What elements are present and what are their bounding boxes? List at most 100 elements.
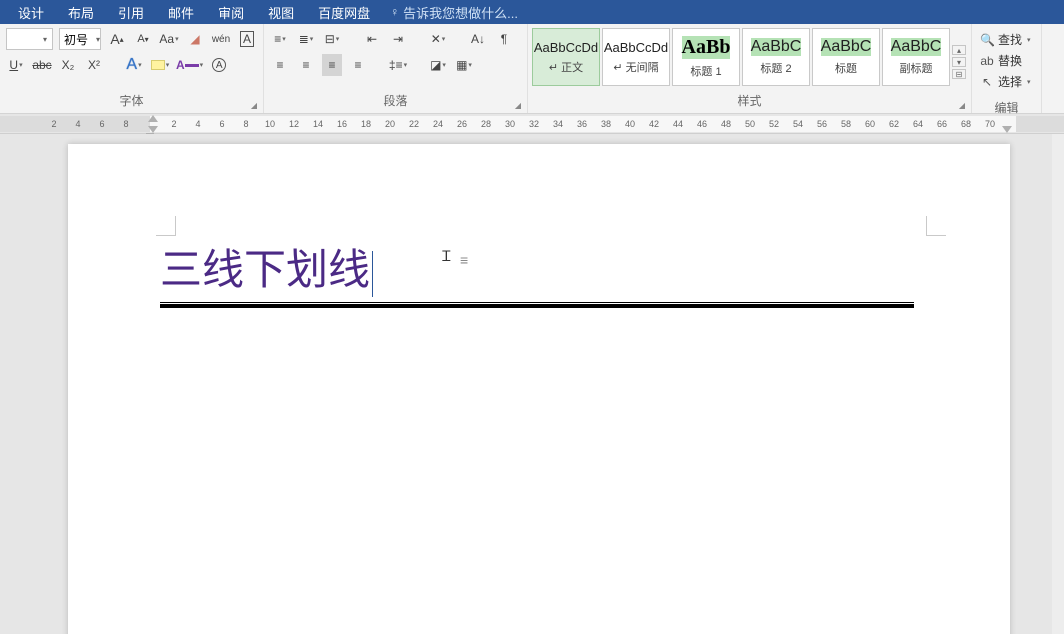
line-spacing-button[interactable]: ‡≡▾ xyxy=(388,54,408,76)
numbering-button[interactable]: ≣▾ xyxy=(296,28,316,50)
chevron-down-icon: ▾ xyxy=(96,35,100,44)
decrease-indent-button[interactable]: ⇤ xyxy=(362,28,382,50)
dialog-launcher-icon[interactable]: ◢ xyxy=(959,101,965,110)
cursor-icon: ↖ xyxy=(980,75,994,89)
menu-layout[interactable]: 布局 xyxy=(56,0,106,24)
style-nospacing[interactable]: AaBbCcDd ↵ 无间隔 xyxy=(602,28,670,86)
group-paragraph: ≡▾ ≣▾ ⊟▾ ⇤ ⇥ ✕▾ A↓ ¶ ≡ ≡ ≡ ≡ ‡≡▾ ◪▾ xyxy=(264,24,528,113)
more-icon: ⊟ xyxy=(952,69,966,79)
clear-formatting-button[interactable]: ◢ xyxy=(185,28,205,50)
multilevel-icon: ⊟ xyxy=(325,32,335,46)
indent-icon: ⇥ xyxy=(393,32,403,46)
chevron-down-icon: ▾ xyxy=(138,61,142,69)
text-direction-button[interactable]: ✕▾ xyxy=(428,28,448,50)
group-editing: 🔍查找▾ ab替换 ↖选择▾ 编辑 xyxy=(972,24,1042,113)
chevron-down-icon: ▾ xyxy=(43,35,47,44)
right-indent-marker[interactable] xyxy=(1002,126,1012,133)
font-name-select[interactable]: ▾ xyxy=(6,28,53,50)
align-distribute-button[interactable]: ≡ xyxy=(348,54,368,76)
show-marks-button[interactable]: ¶ xyxy=(494,28,514,50)
group-label-paragraph: 段落◢ xyxy=(264,90,527,113)
align-left-button[interactable]: ≡ xyxy=(270,54,290,76)
chevron-down-icon: ▾ xyxy=(19,61,23,69)
align-justify-icon: ≡ xyxy=(328,58,335,72)
group-label-styles: 样式◢ xyxy=(528,90,971,113)
superscript-button[interactable]: X² xyxy=(84,54,104,76)
styles-more-button[interactable]: ▴ ▾ ⊟ xyxy=(952,28,966,86)
ibeam-cursor-icon: Ꮖ xyxy=(442,248,451,265)
replace-icon: ab xyxy=(980,54,994,68)
group-styles: AaBbCcDd ↵ 正文 AaBbCcDd ↵ 无间隔 AaBb 标题 1 A… xyxy=(528,24,972,113)
align-center-button[interactable]: ≡ xyxy=(296,54,316,76)
chevron-up-icon: ▴ xyxy=(952,45,966,55)
borders-button[interactable]: ▦▾ xyxy=(454,54,474,76)
group-font: ▾ 初号▾ A▴ A▾ Aa▾ ◢ wén A U▾ abc X₂ X² A▾ … xyxy=(0,24,264,113)
borders-icon: ▦ xyxy=(456,58,467,72)
font-size-select[interactable]: 初号▾ xyxy=(59,28,101,50)
magnifier-icon: 🔍 xyxy=(980,33,994,47)
replace-button[interactable]: ab替换 xyxy=(974,51,1039,70)
find-button[interactable]: 🔍查找▾ xyxy=(974,30,1039,49)
change-case-button[interactable]: Aa▾ xyxy=(159,28,179,50)
align-center-icon: ≡ xyxy=(302,58,309,72)
menu-baidu[interactable]: 百度网盘 xyxy=(306,0,382,24)
chevron-down-icon: ▾ xyxy=(952,57,966,67)
dialog-launcher-icon[interactable]: ◢ xyxy=(251,101,257,110)
menu-design[interactable]: 设计 xyxy=(6,0,56,24)
style-heading2[interactable]: AaBbC 标题 2 xyxy=(742,28,810,86)
increase-indent-button[interactable]: ⇥ xyxy=(388,28,408,50)
style-title[interactable]: AaBbC 标题 xyxy=(812,28,880,86)
menu-view[interactable]: 视图 xyxy=(256,0,306,24)
character-border-button[interactable]: A xyxy=(237,28,257,50)
menu-mailings[interactable]: 邮件 xyxy=(156,0,206,24)
document-text[interactable]: 三线下划线 xyxy=(160,236,373,297)
style-heading1[interactable]: AaBb 标题 1 xyxy=(672,28,740,86)
multilevel-button[interactable]: ⊟▾ xyxy=(322,28,342,50)
shrink-font-button[interactable]: A▾ xyxy=(133,28,153,50)
align-left-icon: ≡ xyxy=(276,58,283,72)
dialog-launcher-icon[interactable]: ◢ xyxy=(515,101,521,110)
strikethrough-button[interactable]: abc xyxy=(32,54,52,76)
shading-button[interactable]: ◪▾ xyxy=(428,54,448,76)
bullets-button[interactable]: ≡▾ xyxy=(270,28,290,50)
menu-review[interactable]: 审阅 xyxy=(206,0,256,24)
underline-button[interactable]: U▾ xyxy=(6,54,26,76)
pilcrow-icon: ¶ xyxy=(501,32,507,46)
align-justify-button[interactable]: ≡ xyxy=(322,54,342,76)
subscript-button[interactable]: X₂ xyxy=(58,54,78,76)
line-spacing-icon: ‡≡ xyxy=(389,58,403,72)
tell-me[interactable]: ♀ 告诉我您想做什么... xyxy=(390,3,518,22)
lightbulb-icon: ♀ xyxy=(390,5,399,19)
page[interactable]: 三线下划线 Ꮖ ≡ xyxy=(68,144,1010,634)
font-color-button[interactable]: A▾ xyxy=(176,54,203,76)
grow-font-button[interactable]: A▴ xyxy=(107,28,127,50)
document-area[interactable]: 三线下划线 Ꮖ ≡ xyxy=(0,134,1064,634)
eraser-icon: ◢ xyxy=(190,32,199,46)
style-subtitle[interactable]: AaBbC 副标题 xyxy=(882,28,950,86)
menu-bar: 设计 布局 引用 邮件 审阅 视图 百度网盘 ♀ 告诉我您想做什么... xyxy=(0,0,1064,24)
first-line-indent-marker[interactable] xyxy=(148,115,158,122)
phonetic-guide-button[interactable]: wén xyxy=(211,28,231,50)
horizontal-ruler[interactable]: 8642246810121416182022242628303234363840… xyxy=(0,114,1064,134)
tell-me-placeholder: 告诉我您想做什么... xyxy=(403,3,518,22)
highlight-button[interactable]: ▾ xyxy=(150,54,170,76)
bullets-icon: ≡ xyxy=(274,32,281,46)
text-cursor xyxy=(372,251,373,297)
hanging-indent-marker[interactable] xyxy=(148,126,158,133)
styles-gallery: AaBbCcDd ↵ 正文 AaBbCcDd ↵ 无间隔 AaBb 标题 1 A… xyxy=(528,24,971,86)
chevron-down-icon: ▾ xyxy=(175,35,179,43)
style-normal[interactable]: AaBbCcDd ↵ 正文 xyxy=(532,28,600,86)
margin-corner-tl xyxy=(156,216,176,236)
paragraph-mark-icon: ≡ xyxy=(460,252,468,268)
chevron-down-icon: ▾ xyxy=(200,61,204,69)
numbering-icon: ≣ xyxy=(299,32,309,46)
highlight-icon xyxy=(151,60,165,70)
sort-button[interactable]: A↓ xyxy=(468,28,488,50)
menu-references[interactable]: 引用 xyxy=(106,0,156,24)
group-label-font: 字体◢ xyxy=(0,90,263,113)
text-effects-button[interactable]: A▾ xyxy=(124,54,144,76)
enclosed-char-button[interactable]: A xyxy=(209,54,229,76)
select-button[interactable]: ↖选择▾ xyxy=(974,72,1039,91)
vertical-scrollbar[interactable] xyxy=(1052,134,1064,634)
triple-underline xyxy=(160,302,914,308)
